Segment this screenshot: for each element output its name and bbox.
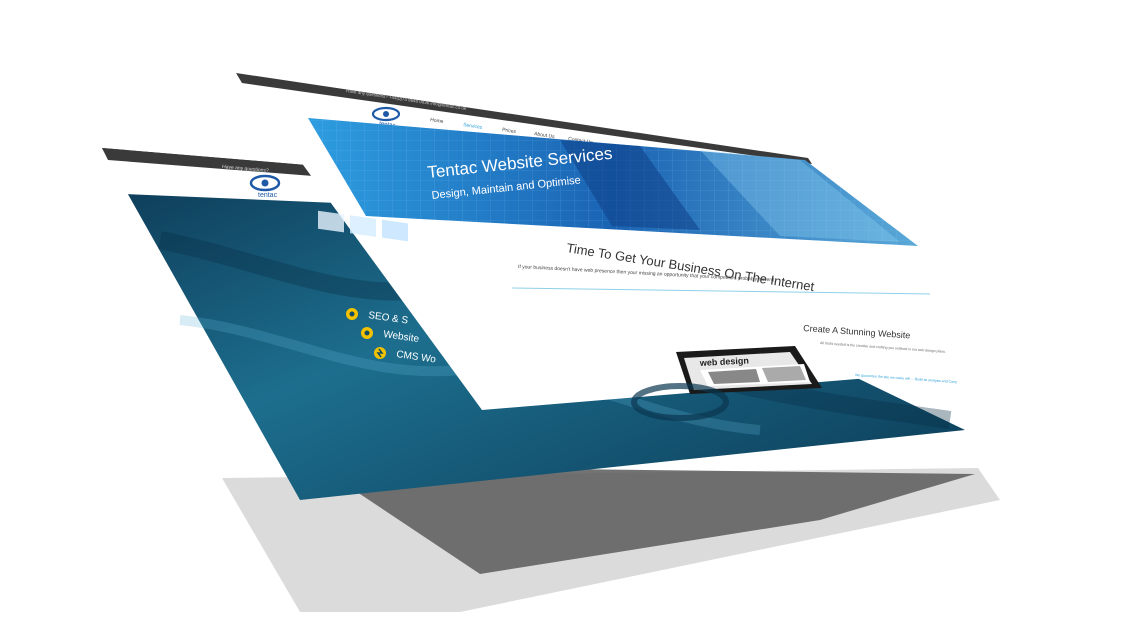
back-logo-text: tentac bbox=[258, 192, 278, 199]
mockup-svg: tentac Have any questions? SEO & S Websi… bbox=[102, 73, 1062, 612]
mockup-scene: tentac Have any questions? SEO & S Websi… bbox=[0, 0, 1130, 612]
